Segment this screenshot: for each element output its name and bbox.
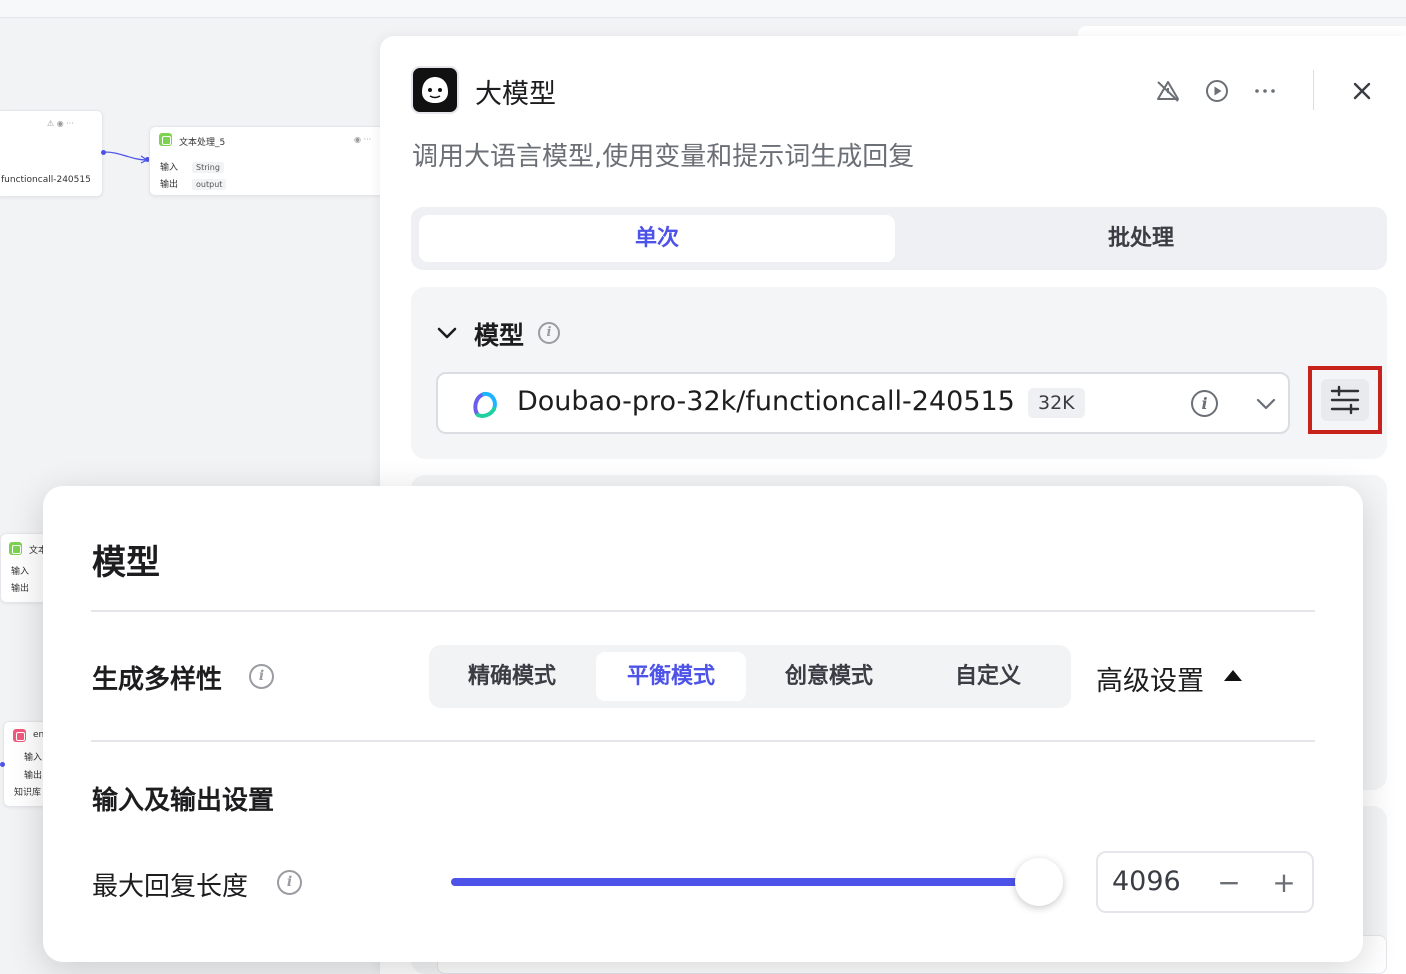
- doubao-logo-icon: [473, 391, 497, 418]
- io-settings-heading: 输入及输出设置: [92, 786, 275, 816]
- mode-creative[interactable]: 创意模式: [754, 652, 904, 701]
- panel-title: 大模型: [475, 79, 556, 110]
- node-model-text: functioncall-240515: [1, 175, 91, 185]
- tab-single[interactable]: 单次: [419, 215, 895, 262]
- model-section-label: 模型: [474, 321, 525, 350]
- slider-thumb[interactable]: [1015, 858, 1063, 906]
- text-process-icon: [9, 542, 22, 555]
- mode-tabs: 单次 批处理: [411, 207, 1387, 270]
- diversity-mode-selector: 精确模式 平衡模式 创意模式 自定义: [429, 645, 1071, 708]
- llm-node-icon: [411, 66, 459, 114]
- slider-fill: [451, 878, 1037, 886]
- bug-off-icon[interactable]: [1153, 76, 1183, 106]
- mode-balanced[interactable]: 平衡模式: [596, 652, 746, 701]
- node-input-label: 输入: [11, 567, 30, 577]
- node-run-icon: ◉ ···: [354, 135, 372, 144]
- mode-precise[interactable]: 精确模式: [437, 652, 587, 701]
- panel-description: 调用大语言模型,使用变量和提示词生成回复: [412, 142, 915, 172]
- popover-title: 模型: [92, 543, 160, 583]
- node-toolbar-icons: ⚠ ◉ ···: [47, 119, 74, 128]
- chevron-down-icon[interactable]: [434, 320, 460, 346]
- popover-divider: [91, 610, 1315, 612]
- node-output-label: 输出: [24, 771, 43, 781]
- canvas-node-text-process[interactable]: 文本处理_5 ◉ ··· 输入 String 输出 output: [149, 126, 389, 196]
- model-info-icon[interactable]: i: [1191, 390, 1218, 417]
- node-input-port[interactable]: [0, 762, 5, 767]
- chevron-down-icon[interactable]: [1253, 391, 1279, 417]
- selected-model-name: Doubao-pro-32k/functioncall-240515: [517, 386, 1015, 417]
- mode-custom[interactable]: 自定义: [913, 652, 1063, 701]
- canvas-node-model[interactable]: ⚠ ◉ ··· functioncall-240515: [0, 110, 103, 197]
- top-toolbar-strip: [0, 0, 1406, 18]
- max-length-label: 最大回复长度: [92, 872, 249, 902]
- minus-icon[interactable]: −: [1211, 863, 1247, 903]
- node-output-label: 输出: [11, 584, 30, 594]
- knowledge-icon: [13, 729, 26, 742]
- node-output-label: 输出: [160, 180, 179, 190]
- node-title: 文本处理_5: [179, 138, 226, 148]
- info-icon[interactable]: i: [538, 322, 560, 344]
- node-input-label: 输入: [24, 753, 43, 763]
- popover-divider: [91, 740, 1315, 742]
- more-icon[interactable]: [1250, 76, 1280, 106]
- node-output-row: 输出 output: [160, 172, 227, 191]
- close-icon[interactable]: [1347, 76, 1377, 106]
- max-length-slider[interactable]: [451, 878, 1061, 886]
- plus-icon[interactable]: +: [1266, 863, 1302, 903]
- diversity-label: 生成多样性: [92, 665, 223, 695]
- tab-batch[interactable]: 批处理: [903, 215, 1379, 262]
- max-length-input[interactable]: 4096 − +: [1096, 851, 1314, 913]
- node-kb-label: 知识库: [14, 788, 42, 798]
- info-icon[interactable]: i: [277, 870, 302, 895]
- model-settings-button[interactable]: [1308, 366, 1382, 434]
- info-icon[interactable]: i: [249, 664, 274, 689]
- header-divider: [1313, 70, 1314, 110]
- connection-edge: [105, 151, 149, 164]
- node-output-type: output: [192, 179, 227, 190]
- text-process-icon: [159, 133, 172, 146]
- play-icon[interactable]: [1202, 76, 1232, 106]
- advanced-settings-toggle[interactable]: 高级设置: [1096, 659, 1204, 698]
- max-length-value[interactable]: 4096: [1112, 866, 1181, 897]
- caret-up-icon[interactable]: [1224, 670, 1242, 681]
- context-length-badge: 32K: [1028, 388, 1085, 418]
- settings-sliders-icon: [1321, 379, 1369, 421]
